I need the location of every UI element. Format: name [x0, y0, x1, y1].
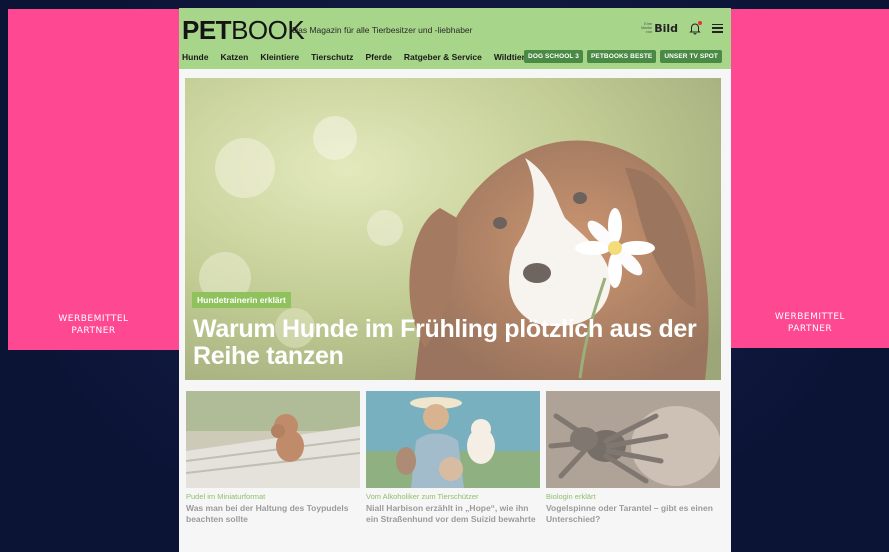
ad-label-line2: PARTNER	[787, 324, 833, 334]
hero-category-tag: Hundetrainerin erklärt	[192, 292, 291, 308]
nav-item-katzen[interactable]: Katzen	[220, 52, 248, 62]
site-tagline: Das Magazin für alle Tierbesitzer und -l…	[292, 25, 473, 35]
main-nav: Hunde Katzen Kleintiere Tierschutz Pferd…	[182, 52, 530, 62]
teaser-cards: Pudel im Miniaturformat Was man bei der …	[186, 391, 720, 525]
teaser-image-spider	[546, 391, 720, 488]
bild-brand-logo[interactable]: Eine Marke von Bild	[640, 22, 678, 35]
main-page: PETBOOK Das Magazin für alle Tierbesitze…	[179, 8, 731, 552]
ad-label-right: WERBEMITTEL PARTNER	[731, 311, 889, 335]
bild-brand-caption: Eine Marke von	[641, 21, 653, 34]
nav-feature-buttons: DOG SCHOOL 3 PETBOOKS BESTE UNSER TV SPO…	[524, 50, 722, 63]
teaser-veil	[186, 391, 360, 488]
ad-label-line1: WERBEMITTEL	[58, 314, 129, 324]
teaser-title[interactable]: Niall Harbison erzählt in „Hope“, wie ih…	[366, 503, 540, 525]
teaser-image-man-with-dogs	[366, 391, 540, 488]
teaser-card[interactable]: Vom Alkoholiker zum Tierschützer Niall H…	[366, 391, 540, 525]
dog-school-button[interactable]: DOG SCHOOL 3	[524, 50, 583, 63]
ad-label-line1: WERBEMITTEL	[774, 312, 846, 322]
hero-article[interactable]: Hundetrainerin erklärt Warum Hunde im Fr…	[185, 78, 721, 380]
nav-item-ratgeber[interactable]: Ratgeber & Service	[404, 52, 482, 62]
ad-banner-right[interactable]: WERBEMITTEL PARTNER	[731, 9, 889, 348]
ad-banner-left[interactable]: WERBEMITTEL PARTNER	[8, 9, 179, 350]
teaser-veil	[366, 391, 540, 488]
hamburger-menu-icon[interactable]	[712, 23, 723, 33]
logo-bold-text: PET	[182, 15, 232, 45]
nav-item-hunde[interactable]: Hunde	[182, 52, 208, 62]
teaser-kicker: Biologin erklärt	[546, 492, 596, 501]
notification-bell-icon[interactable]	[688, 21, 702, 35]
header-icons: Eine Marke von Bild	[640, 21, 723, 35]
nav-item-pferde[interactable]: Pferde	[365, 52, 391, 62]
ad-label-line2: PARTNER	[71, 326, 116, 336]
nav-item-kleintiere[interactable]: Kleintiere	[260, 52, 299, 62]
notification-dot	[698, 21, 702, 25]
teaser-title[interactable]: Was man bei der Haltung des Toypudels be…	[186, 503, 360, 525]
hero-headline[interactable]: Warum Hunde im Frühling plötzlich aus de…	[193, 316, 705, 370]
teaser-kicker: Pudel im Miniaturformat	[186, 492, 266, 501]
teaser-card[interactable]: Biologin erklärt Vogelspinne oder Tarant…	[546, 391, 720, 525]
nav-item-tierschutz[interactable]: Tierschutz	[311, 52, 353, 62]
teaser-veil	[546, 391, 720, 488]
ad-label-left: WERBEMITTEL PARTNER	[8, 313, 179, 337]
petbook-logo[interactable]: PETBOOK	[182, 15, 305, 45]
teaser-card[interactable]: Pudel im Miniaturformat Was man bei der …	[186, 391, 360, 525]
teaser-image-poodle	[186, 391, 360, 488]
petbooks-beste-button[interactable]: PETBOOKS BESTE	[586, 50, 657, 63]
tv-spot-button[interactable]: UNSER TV SPOT	[660, 50, 722, 63]
bild-brand-word: Bild	[654, 21, 678, 35]
teaser-kicker: Vom Alkoholiker zum Tierschützer	[366, 492, 479, 501]
site-header: PETBOOK Das Magazin für alle Tierbesitze…	[179, 8, 731, 69]
teaser-title[interactable]: Vogelspinne oder Tarantel – gibt es eine…	[546, 503, 720, 525]
